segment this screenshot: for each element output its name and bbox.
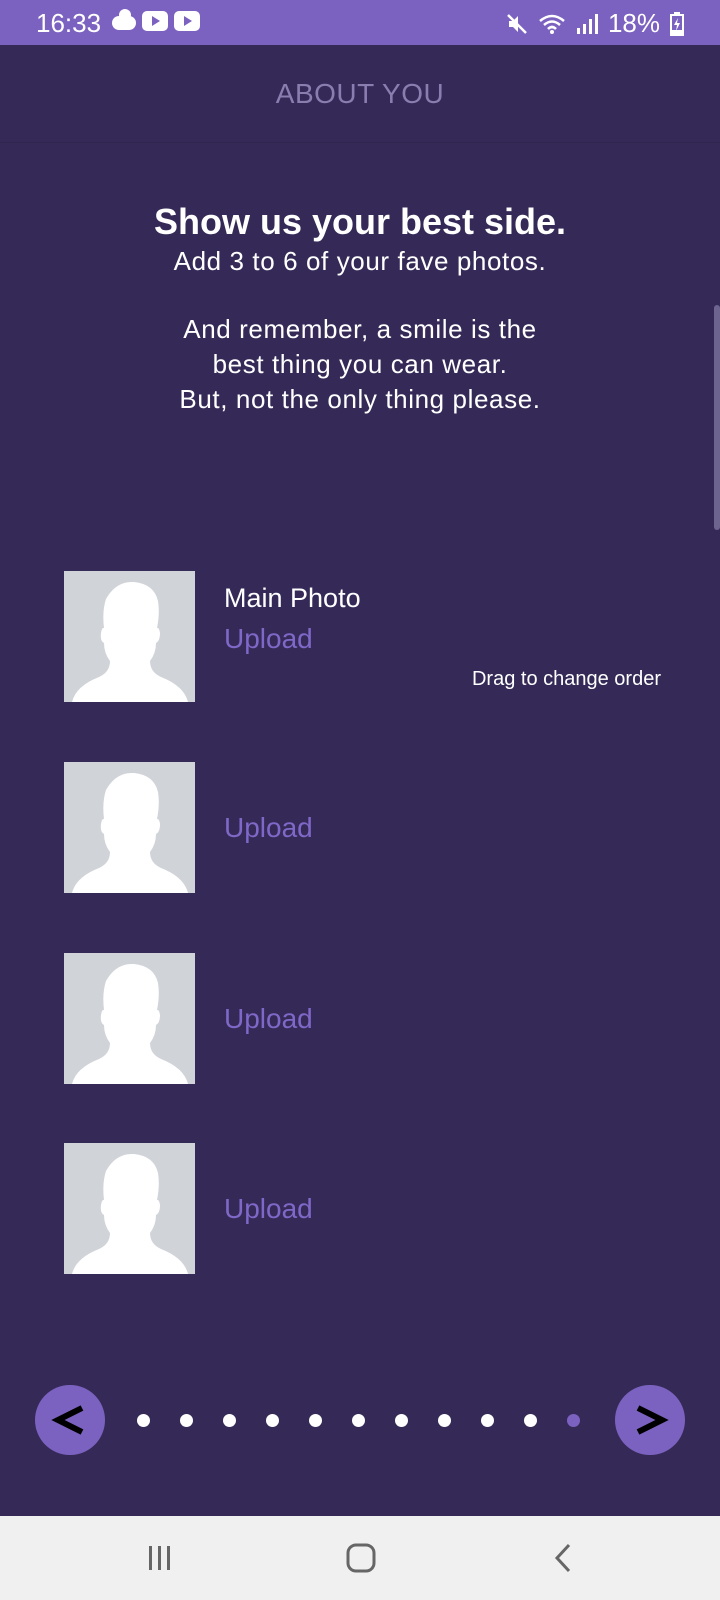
avatar-placeholder-icon[interactable] [64,1143,195,1274]
intro-section: Show us your best side. Add 3 to 6 of yo… [0,200,720,417]
drag-hint: Drag to change order [471,668,661,690]
avatar-placeholder-icon[interactable] [64,953,195,1084]
youtube-icon [174,11,200,31]
upload-link[interactable]: Upload [224,623,313,655]
intro-subheading: Add 3 to 6 of your fave photos. [173,246,547,276]
page-header: ABOUT YOU [0,45,720,143]
step-dot [309,1414,322,1427]
step-dot [266,1414,279,1427]
battery-percent: 18% [607,8,660,38]
intro-line: But, not the only thing please. [179,384,541,414]
step-indicator [137,1414,580,1427]
notification-icons [112,9,200,31]
mute-icon [507,13,527,34]
signal-icon [576,13,598,34]
wifi-icon [539,14,565,34]
upload-link[interactable]: Upload [224,1193,313,1225]
step-dot [524,1414,537,1427]
main-photo-label: Main Photo [224,583,361,613]
photo-slot-3[interactable]: Upload [64,953,664,1085]
avatar-placeholder-icon[interactable] [64,571,195,702]
system-status-icons: 18% [506,8,684,39]
step-dot [481,1414,494,1427]
home-icon [346,1543,376,1573]
back-icon [554,1543,571,1573]
next-button[interactable] [615,1385,685,1455]
chevron-left-icon [51,1405,84,1435]
intro-line: And remember, a smile is the [183,314,537,344]
cloud-icon [112,9,136,30]
photo-slot-4[interactable]: Upload [64,1143,664,1275]
step-dot [395,1414,408,1427]
back-button[interactable] [533,1538,593,1578]
chevron-right-icon [636,1405,669,1435]
upload-link[interactable]: Upload [224,812,313,844]
step-pager [0,1385,720,1455]
step-dot-active [567,1414,580,1427]
photo-slot-2[interactable]: Upload [64,762,664,894]
previous-button[interactable] [35,1385,105,1455]
status-time: 16:33 [36,8,102,38]
step-dot [223,1414,236,1427]
upload-link[interactable]: Upload [224,1003,313,1035]
avatar-placeholder-icon[interactable] [64,762,195,893]
recent-apps-button[interactable] [130,1538,190,1578]
intro-paragraph: And remember, a smile is the best thing … [0,312,720,417]
home-button[interactable] [331,1538,391,1578]
system-nav-bar [0,1516,720,1600]
battery-charging-icon [670,11,684,36]
step-dot [137,1414,150,1427]
status-bar: 16:33 18% [0,0,720,45]
page-title: ABOUT YOU [275,77,445,109]
step-dot [180,1414,193,1427]
recent-apps-icon [149,1546,170,1570]
step-dot [438,1414,451,1427]
intro-line: best thing you can wear. [212,349,508,379]
intro-heading: Show us your best side. [153,201,567,242]
youtube-icon [142,11,168,31]
step-dot [352,1414,365,1427]
